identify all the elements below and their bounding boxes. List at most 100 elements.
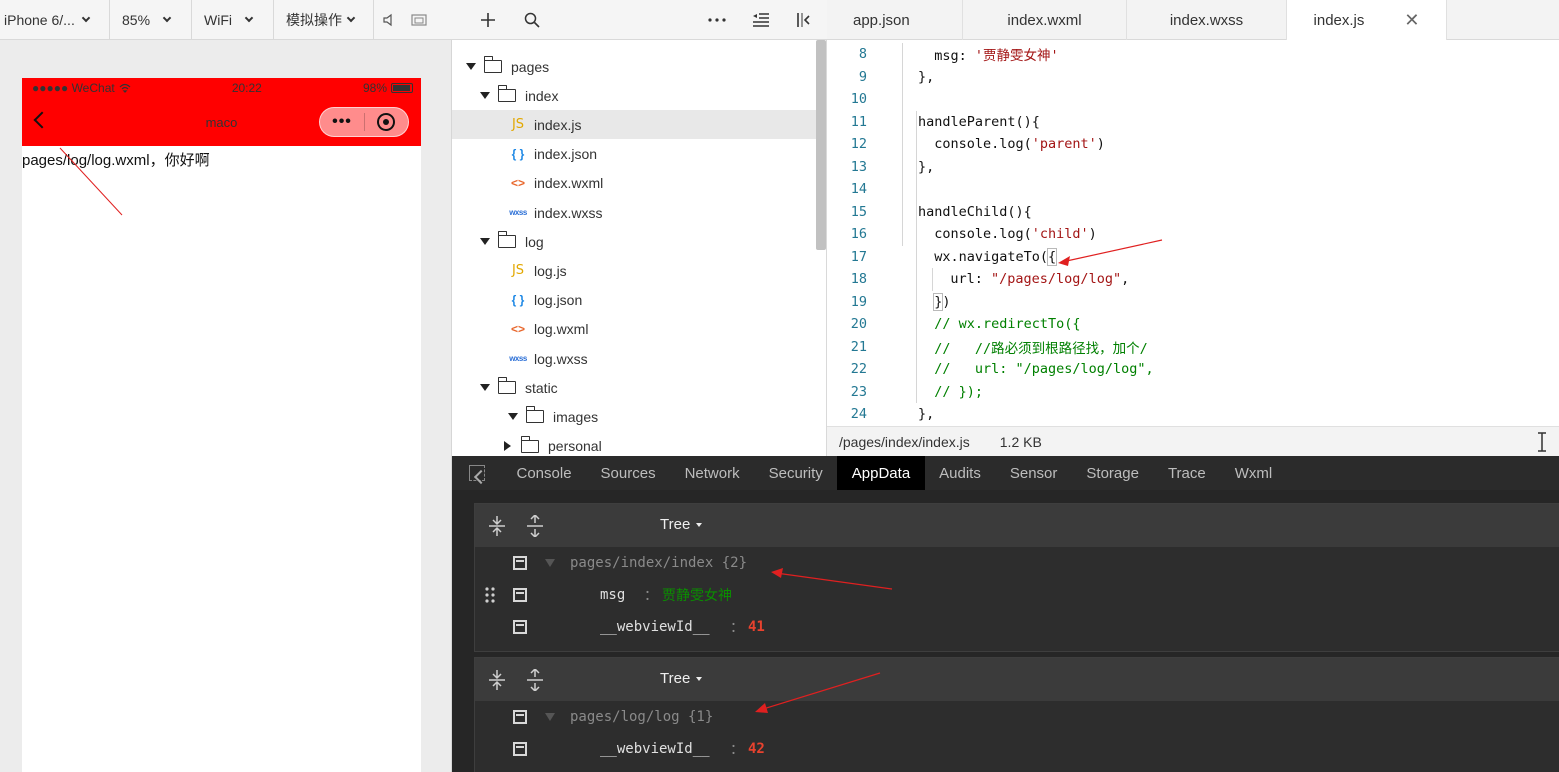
appdata-entry-row[interactable]: msg ：贾静雯女神 (475, 579, 1559, 611)
editor-tab-app-json[interactable]: app.json (827, 0, 963, 40)
caret-down-icon[interactable] (480, 384, 490, 392)
phone-screen[interactable]: ●●●●● WeChat 20:22 98% maco ••• pages/lo… (22, 78, 421, 772)
simulator-toolbar: iPhone 6/... 85% WiFi 模拟操作 (0, 0, 452, 40)
menu-capsule: ••• (319, 107, 409, 137)
devtools-tab-bar: Console Sources Network Security AppData Audi… (452, 456, 1559, 490)
file-tree-item[interactable]: log (452, 227, 826, 256)
close-miniprogram-icon[interactable] (365, 113, 408, 131)
file-tree-item[interactable]: wxss index.wxss (452, 198, 826, 227)
mode-select[interactable]: 模拟操作 (274, 0, 374, 40)
more-dots-icon[interactable]: ••• (320, 107, 364, 137)
search-icon[interactable] (510, 0, 554, 40)
folder-icon (497, 85, 516, 103)
appdata-entry-row[interactable]: __webviewId__ ： 41 (475, 611, 1559, 643)
caret-down-icon[interactable] (508, 413, 518, 421)
devtools-tab-trace[interactable]: Trace (1153, 456, 1220, 490)
file-tree-item[interactable]: JS log.js (452, 256, 826, 285)
panel-header: Tree (475, 658, 1559, 701)
edit-icon[interactable] (513, 556, 527, 570)
devtools-tab-console[interactable]: Console (502, 456, 586, 490)
appdata-entry-row[interactable]: __webviewId__ ： 42 (475, 733, 1559, 765)
file-tree-item[interactable]: pages (452, 52, 826, 81)
editor-tab-index-js[interactable]: index.js ✕ (1287, 0, 1447, 40)
code-line: 10 (827, 88, 1559, 111)
collapse-all-icon[interactable] (516, 668, 554, 691)
devtools-tab-wxml[interactable]: Wxml (1220, 456, 1287, 490)
json-file-icon: { } (511, 293, 525, 308)
indent-guide (902, 43, 903, 246)
caret-down-icon[interactable] (480, 92, 490, 100)
wxss-file-icon: wxss (509, 208, 527, 217)
expand-all-icon[interactable] (478, 669, 516, 691)
file-tree-item[interactable]: personal (452, 432, 826, 456)
view-mode-dropdown[interactable]: Tree (660, 516, 703, 533)
file-tree-item[interactable]: static (452, 373, 826, 402)
line-number: 23 (850, 383, 867, 400)
code-line: 9}, (827, 66, 1559, 89)
appdata-root-row[interactable]: pages/index/index {2} (475, 547, 1559, 579)
devtools-tab-security[interactable]: Security (754, 456, 837, 490)
drag-handle-icon[interactable] (485, 587, 495, 603)
file-tree-item[interactable]: { } index.json (452, 140, 826, 169)
appdata-key: __webviewId__ (600, 741, 710, 757)
caret-down-icon[interactable] (466, 63, 476, 70)
device-select[interactable]: iPhone 6/... (0, 0, 110, 40)
code-line: 19}) (827, 291, 1559, 314)
caret-down-icon[interactable] (545, 559, 555, 567)
folder-icon (497, 377, 516, 395)
outdent-icon[interactable] (739, 0, 783, 40)
network-select[interactable]: WiFi (192, 0, 274, 40)
code-token: { (1046, 247, 1058, 266)
appdata-value[interactable]: 42 (748, 741, 765, 757)
editor-tab-index-wxml[interactable]: index.wxml (963, 0, 1127, 40)
network-label: WiFi (204, 11, 232, 28)
appdata-value[interactable]: 贾静雯女神 (662, 585, 732, 605)
expand-all-icon[interactable] (478, 515, 516, 537)
caret-right-icon[interactable] (504, 441, 511, 452)
file-tree-item[interactable]: { } log.json (452, 286, 826, 315)
file-tree-item[interactable]: index (452, 81, 826, 110)
zoom-select[interactable]: 85% (110, 0, 192, 40)
plus-icon[interactable] (466, 0, 510, 40)
file-tree-item[interactable]: images (452, 402, 826, 431)
devtools-tab-sensor[interactable]: Sensor (995, 456, 1072, 490)
file-tree-item[interactable]: JS index.js (452, 110, 826, 140)
window-icon[interactable] (404, 0, 434, 40)
inspect-icon[interactable] (452, 456, 502, 490)
edit-icon[interactable] (513, 710, 527, 724)
devtools-tab-audits[interactable]: Audits (925, 456, 996, 490)
appdata-colon: ： (644, 588, 658, 604)
edit-icon[interactable] (513, 742, 527, 756)
code-line: 18 url: "/pages/log/log", (827, 268, 1559, 291)
file-tree-scrollbar[interactable] (816, 40, 826, 250)
devtools-tab-sources[interactable]: Sources (586, 456, 670, 490)
appdata-colon: ： (730, 620, 744, 636)
back-arrow-icon[interactable] (33, 111, 51, 129)
devtools-tab-appdata[interactable]: AppData (837, 456, 925, 490)
file-tree-item[interactable]: <> log.wxml (452, 315, 826, 344)
caret-down-icon[interactable] (545, 713, 555, 721)
close-icon[interactable]: ✕ (1404, 10, 1419, 31)
comment-token: // }); (934, 383, 983, 400)
collapse-all-icon[interactable] (516, 514, 554, 537)
appdata-value[interactable]: 41 (748, 619, 765, 635)
devtools-window: iPhone 6/... 85% WiFi 模拟操作 ●●●●● WeChat … (0, 0, 1559, 772)
edit-icon[interactable] (513, 588, 527, 602)
view-mode-dropdown[interactable]: Tree (660, 670, 703, 687)
editor-tab-index-wxss[interactable]: index.wxss (1127, 0, 1287, 40)
devtools-tab-network[interactable]: Network (670, 456, 754, 490)
file-tree-item[interactable]: wxss log.wxss (452, 344, 826, 373)
more-icon[interactable] (695, 0, 739, 40)
code-editor[interactable]: 8 msg: '贾静雯女神' 9}, 10 11 handleParent(){12 con… (827, 40, 1559, 426)
file-tree-label: log.js (534, 262, 567, 279)
devtools-tab-storage[interactable]: Storage (1072, 456, 1154, 490)
code-token: console.log( (934, 226, 1032, 243)
code-token: ) (1096, 136, 1105, 153)
appdata-colon: ： (730, 742, 744, 758)
appdata-root-row[interactable]: pages/log/log {1} (475, 701, 1559, 733)
caret-down-icon[interactable] (480, 238, 490, 246)
speaker-icon[interactable] (374, 0, 404, 40)
collapse-sidebar-icon[interactable] (783, 0, 827, 40)
edit-icon[interactable] (513, 620, 527, 634)
file-tree-item[interactable]: <> index.wxml (452, 169, 826, 198)
